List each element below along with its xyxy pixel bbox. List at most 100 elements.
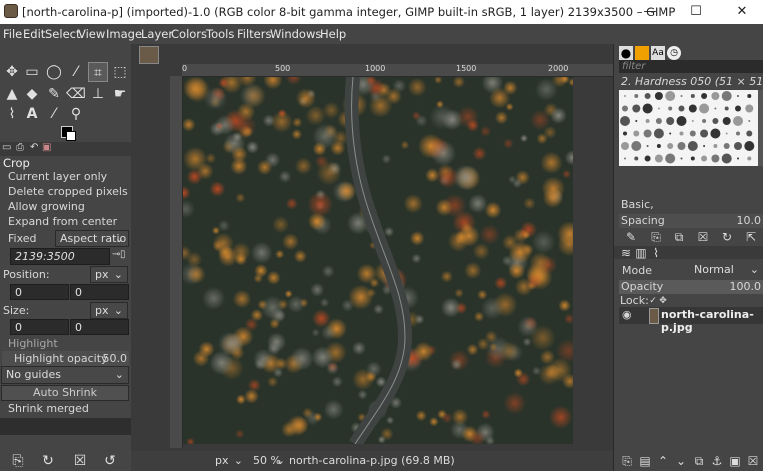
brush-thumbnail[interactable] [712, 118, 719, 124]
brush-thumbnail[interactable] [677, 142, 686, 150]
brush-thumbnail[interactable] [746, 130, 753, 137]
brush-thumbnail[interactable] [736, 131, 740, 136]
brush-thumbnail[interactable] [747, 156, 752, 161]
duplicate-brush-icon[interactable]: ⧉ [672, 230, 686, 244]
fuzzy-select-icon[interactable]: ⁄ [66, 62, 86, 82]
size-y-input[interactable]: 0 [70, 319, 129, 335]
rect-select-icon[interactable]: ▭ [22, 62, 42, 82]
brush-thumbnail[interactable] [635, 120, 638, 122]
size-x-input[interactable]: 0 [10, 319, 69, 335]
device-status-tab-icon[interactable]: ⎙ [16, 142, 24, 153]
brush-thumbnail[interactable] [654, 154, 663, 163]
brush-thumbnail[interactable] [700, 129, 709, 138]
current-layer-only-checkbox[interactable]: Current layer only [8, 170, 107, 183]
brush-thumbnail[interactable] [721, 153, 732, 164]
brush-thumbnail[interactable] [665, 91, 676, 101]
brush-thumbnail[interactable] [744, 141, 755, 151]
layer-opacity-slider[interactable]: Opacity 100.0 [619, 280, 763, 294]
crop-icon[interactable]: ⌗ [88, 62, 108, 82]
new-brush-icon[interactable]: ⎘ [649, 230, 663, 244]
brush-thumbnail[interactable] [721, 91, 732, 101]
warp-icon[interactable]: ▲ [2, 84, 22, 104]
brush-thumbnail[interactable] [713, 144, 718, 148]
brush-thumbnail[interactable] [645, 119, 650, 123]
menu-tools[interactable]: Tools [206, 27, 234, 41]
delete-options-icon[interactable]: ☒ [70, 451, 90, 471]
auto-shrink-button[interactable]: Auto Shrink [1, 385, 129, 401]
brush-filter-input[interactable]: filter [619, 60, 763, 73]
delete-cropped-checkbox[interactable]: Delete cropped pixels [8, 185, 128, 198]
delete-layer-icon[interactable]: ☒ [746, 454, 760, 468]
save-options-icon[interactable]: ⎘ [8, 451, 28, 471]
raise-layer-icon[interactable]: ⌃ [656, 454, 670, 468]
brush-thumbnail[interactable] [646, 145, 649, 147]
image-tab-thumbnail[interactable] [139, 46, 159, 64]
paintbrush-icon[interactable]: ✎ [44, 84, 64, 104]
brush-thumbnail[interactable] [667, 143, 674, 149]
brush-thumbnail[interactable] [621, 142, 629, 150]
unit-select[interactable]: px ⌄ [211, 453, 245, 469]
path-icon[interactable]: ⌇ [2, 104, 22, 124]
brush-thumbnail[interactable] [642, 103, 653, 114]
paths-tab-icon[interactable]: ⌇ [649, 246, 663, 260]
brush-thumbnail[interactable] [711, 92, 720, 100]
brush-thumbnail[interactable] [711, 154, 720, 163]
brush-thumbnail[interactable] [745, 104, 754, 113]
brush-thumbnail[interactable] [725, 132, 728, 135]
brush-thumbnail[interactable] [733, 116, 743, 126]
menu-image[interactable]: Image [106, 27, 142, 41]
fixed-checkbox[interactable]: Fixed [8, 232, 37, 245]
brush-thumbnail[interactable] [699, 103, 710, 114]
eraser-icon[interactable]: ⌫ [66, 84, 86, 104]
transform-icon[interactable]: ⬚ [110, 62, 130, 82]
highlight-opacity-slider[interactable]: Highlight opacity 50.0 [2, 351, 129, 366]
brush-thumbnail[interactable] [644, 93, 651, 99]
brush-thumbnail[interactable] [644, 155, 651, 162]
menu-colors[interactable]: Colors [171, 27, 207, 41]
dashboard-tab-icon[interactable]: ◷ [667, 46, 681, 60]
brush-thumbnail[interactable] [710, 128, 721, 139]
brush-thumbnail[interactable] [703, 145, 706, 147]
channels-tab-icon[interactable]: ▥ [634, 246, 648, 260]
brush-thumbnail[interactable] [689, 130, 696, 137]
brush-thumbnail[interactable] [643, 129, 652, 138]
menu-filters[interactable]: Filters [237, 27, 271, 41]
brush-thumbnail[interactable] [688, 104, 697, 113]
delete-brush-icon[interactable]: ☒ [696, 230, 710, 244]
mask-layer-icon[interactable]: ▣ [728, 454, 742, 468]
brush-thumbnail[interactable] [747, 94, 752, 98]
close-button[interactable]: ✕ [719, 0, 763, 24]
brush-thumbnail[interactable] [623, 131, 627, 136]
highlight-checkbox[interactable]: Highlight [8, 337, 58, 350]
duplicate-layer-icon[interactable]: ⧉ [692, 454, 706, 468]
smudge-icon[interactable]: ☛ [110, 84, 130, 104]
brush-thumbnail[interactable] [624, 157, 626, 160]
zoom-icon[interactable]: ⚲ [66, 104, 86, 124]
menu-layer[interactable]: Layer [141, 27, 173, 41]
brush-grid[interactable] [619, 90, 759, 166]
brush-scrollbar[interactable] [758, 90, 763, 166]
brush-thumbnail[interactable] [680, 157, 683, 160]
menu-windows[interactable]: Windows [270, 27, 321, 41]
menu-help[interactable]: Help [320, 27, 346, 41]
menu-file[interactable]: File [3, 27, 22, 41]
guides-select[interactable]: No guides ⌄ [1, 366, 129, 384]
lower-layer-icon[interactable]: ⌄ [674, 454, 688, 468]
brush-thumbnail[interactable] [687, 141, 698, 151]
new-layer-icon[interactable]: ⎘ [620, 454, 634, 468]
lock-position-icon[interactable]: ✥ [656, 294, 670, 308]
fonts-tab-icon[interactable]: Aa [651, 46, 665, 60]
brush-thumbnail[interactable] [678, 105, 685, 112]
brush-thumbnail[interactable] [655, 118, 662, 124]
fill-icon[interactable]: ◆ [22, 84, 42, 104]
brush-thumbnail[interactable] [632, 104, 641, 113]
brush-thumbnail[interactable] [714, 107, 717, 110]
images-tab-icon[interactable]: ▣ [42, 142, 51, 153]
brush-thumbnail[interactable] [723, 143, 730, 149]
allow-growing-checkbox[interactable]: Allow growing [8, 200, 85, 213]
menu-select[interactable]: Select [45, 27, 80, 41]
maximize-button[interactable]: ☐ [673, 0, 719, 24]
brush-thumbnail[interactable] [701, 93, 708, 99]
brush-thumbnail[interactable] [653, 128, 664, 139]
brush-thumbnail[interactable] [748, 120, 751, 122]
